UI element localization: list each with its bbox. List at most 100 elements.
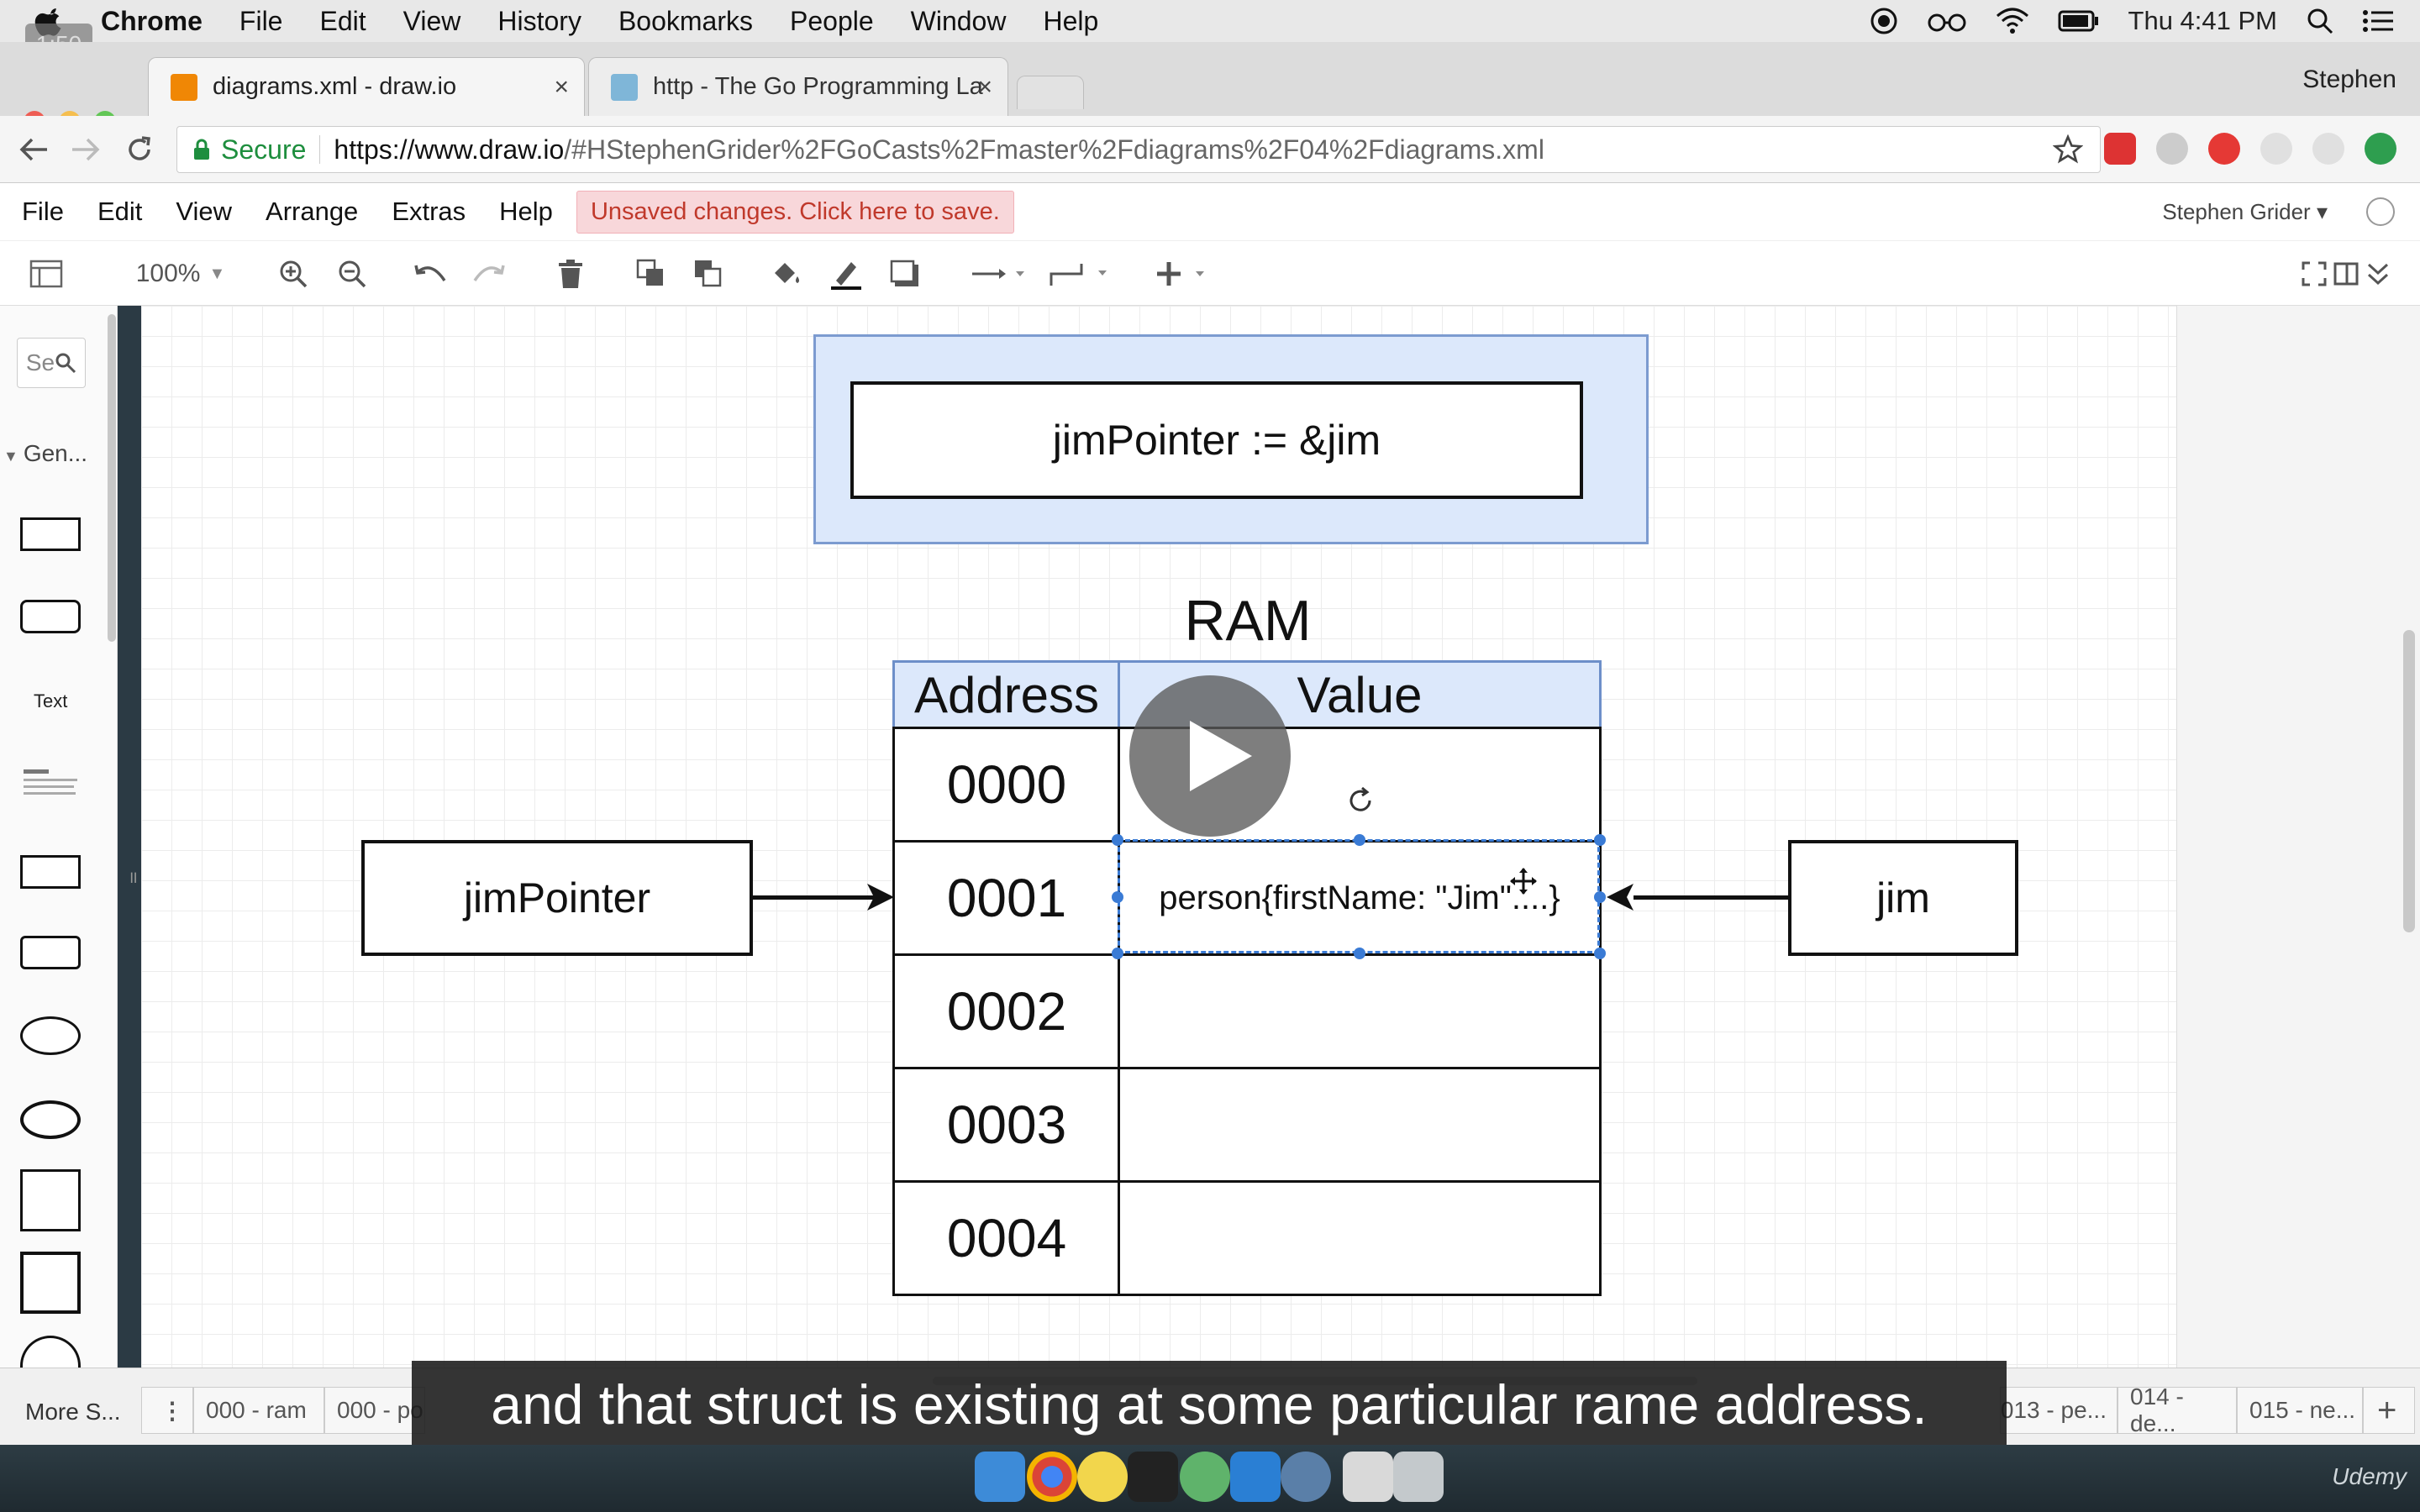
chrome-icon[interactable] — [1027, 1452, 1077, 1502]
shape-search-input[interactable]: Se — [17, 338, 86, 388]
notification-center-icon[interactable] — [2363, 8, 2395, 34]
shadow-button[interactable] — [886, 255, 924, 293]
tab-go-docs[interactable]: http - The Go Programming La × — [588, 57, 1008, 116]
menu-app-chrome[interactable]: Chrome — [101, 6, 203, 37]
documents-folder-icon[interactable] — [1343, 1452, 1393, 1502]
format-panel-toggle[interactable] — [17, 255, 76, 293]
fullscreen-button[interactable] — [2299, 255, 2329, 293]
menu-view[interactable]: View — [403, 6, 461, 37]
resize-handle[interactable] — [1354, 834, 1365, 846]
zoom-in-button[interactable] — [274, 255, 313, 293]
menu-people[interactable]: People — [790, 6, 874, 37]
canvas-vertical-scrollbar[interactable] — [2403, 630, 2415, 932]
page-tab[interactable]: 015 - ne... — [2237, 1387, 2363, 1434]
line-color-button[interactable] — [827, 255, 865, 293]
insert-dropdown[interactable] — [1155, 255, 1218, 293]
shape-ellipse[interactable] — [20, 1016, 81, 1055]
shape-ellipse-rect[interactable] — [20, 855, 81, 889]
pointer-arrow-line[interactable] — [753, 895, 877, 900]
address-cell[interactable]: 0000 — [892, 727, 1121, 843]
omnibox[interactable]: Secure https://www.draw.io /#HStephenGri… — [176, 126, 2101, 173]
page-tab[interactable]: 000 - po — [324, 1387, 425, 1434]
value-cell[interactable] — [1118, 953, 1602, 1069]
menu-bookmarks[interactable]: Bookmarks — [618, 6, 753, 37]
terminal-icon[interactable] — [1128, 1452, 1178, 1502]
address-cell[interactable]: 0003 — [892, 1067, 1121, 1183]
resize-handle[interactable] — [1594, 948, 1606, 959]
drawio-user-menu[interactable]: Stephen Grider ▾ — [2162, 199, 2328, 225]
tab-close-icon[interactable]: × — [977, 73, 992, 102]
wifi-icon[interactable] — [1996, 8, 2029, 34]
drawio-menu-help[interactable]: Help — [499, 197, 553, 227]
waypoints-dropdown[interactable] — [1047, 255, 1114, 293]
battery-icon[interactable] — [2058, 9, 2100, 33]
menu-history[interactable]: History — [497, 6, 581, 37]
jim-box[interactable]: jim — [1788, 840, 2018, 956]
resize-handle[interactable] — [1594, 834, 1606, 846]
table-header-address[interactable]: Address — [892, 660, 1121, 729]
emoji-app-icon[interactable] — [1077, 1452, 1128, 1502]
shape-ellipse-bold[interactable] — [20, 1100, 81, 1139]
feather-extension-icon[interactable] — [2260, 133, 2292, 165]
value-cell[interactable] — [1118, 1180, 1602, 1296]
general-shapes-section[interactable]: ▼ Gen... — [3, 440, 87, 467]
forward-button[interactable] — [64, 128, 108, 171]
statement-box[interactable]: jimPointer := &jim — [850, 381, 1583, 499]
tab-close-icon[interactable]: × — [554, 73, 569, 102]
resize-handle[interactable] — [1112, 891, 1123, 903]
atom-icon[interactable] — [1180, 1452, 1230, 1502]
shape-square-small[interactable] — [20, 1169, 81, 1231]
address-cell[interactable]: 0002 — [892, 953, 1121, 1069]
more-shapes-button[interactable]: More S... — [25, 1399, 121, 1425]
fill-color-button[interactable] — [768, 255, 807, 293]
address-cell[interactable]: 0004 — [892, 1180, 1121, 1296]
to-front-button[interactable] — [632, 255, 671, 293]
zoom-out-button[interactable] — [333, 255, 371, 293]
drawio-menu-extras[interactable]: Extras — [392, 197, 466, 227]
shape-rounded-rectangle[interactable] — [20, 600, 81, 633]
menu-edit[interactable]: Edit — [319, 6, 366, 37]
new-tab-button[interactable] — [1017, 76, 1084, 109]
shape-square[interactable] — [20, 936, 81, 969]
sidebar-scrollbar[interactable] — [108, 314, 116, 642]
rotate-handle-icon[interactable] — [1344, 785, 1376, 816]
page-tab[interactable]: 014 - de... — [2118, 1383, 2237, 1436]
video-play-button[interactable] — [1129, 675, 1291, 837]
jimpointer-box[interactable]: jimPointer — [361, 840, 753, 956]
spotlight-search-icon[interactable] — [2306, 7, 2334, 35]
update-available-icon[interactable] — [2365, 133, 2396, 165]
shape-text[interactable]: Text — [34, 690, 67, 712]
language-globe-icon[interactable] — [2366, 197, 2395, 226]
shape-rectangle[interactable] — [20, 517, 81, 551]
drawio-menu-edit[interactable]: Edit — [97, 197, 142, 227]
menubar-clock[interactable]: Thu 4:41 PM — [2128, 6, 2277, 36]
value-cell[interactable] — [1118, 1067, 1602, 1183]
resize-handle[interactable] — [1594, 891, 1606, 903]
resize-handle[interactable] — [1112, 834, 1123, 846]
undo-button[interactable] — [412, 255, 450, 293]
page-tab[interactable]: 000 - ram — [193, 1387, 324, 1434]
vscode-icon[interactable] — [1230, 1452, 1281, 1502]
drawio-menu-file[interactable]: File — [22, 197, 64, 227]
trash-icon[interactable] — [1393, 1452, 1444, 1502]
to-back-button[interactable] — [689, 255, 728, 293]
menu-window[interactable]: Window — [911, 6, 1007, 37]
cloud-extension-icon[interactable] — [2156, 133, 2188, 165]
finder-icon[interactable] — [975, 1452, 1025, 1502]
lastpass-extension-icon[interactable] — [2104, 133, 2136, 165]
page-tab[interactable]: 013 - pe... — [2000, 1387, 2118, 1434]
ublock-extension-icon[interactable] — [2208, 133, 2240, 165]
ram-title[interactable]: RAM — [1143, 588, 1353, 654]
jim-arrow-line[interactable] — [1634, 895, 1788, 900]
resize-handle[interactable] — [1112, 948, 1123, 959]
glasses-icon[interactable] — [1927, 8, 1967, 34]
connection-style-dropdown[interactable] — [966, 255, 1034, 293]
delete-button[interactable] — [551, 255, 590, 293]
profile-name[interactable]: Stephen — [2302, 66, 2396, 94]
pages-menu-button[interactable]: ⋮ — [141, 1387, 193, 1434]
sidebar-resize-handle[interactable]: ॥ — [128, 865, 138, 888]
unsaved-changes-button[interactable]: Unsaved changes. Click here to save. — [576, 190, 1014, 234]
collapse-toolbar-button[interactable] — [2363, 255, 2393, 293]
back-button[interactable] — [12, 128, 55, 171]
resize-handle[interactable] — [1354, 948, 1365, 959]
